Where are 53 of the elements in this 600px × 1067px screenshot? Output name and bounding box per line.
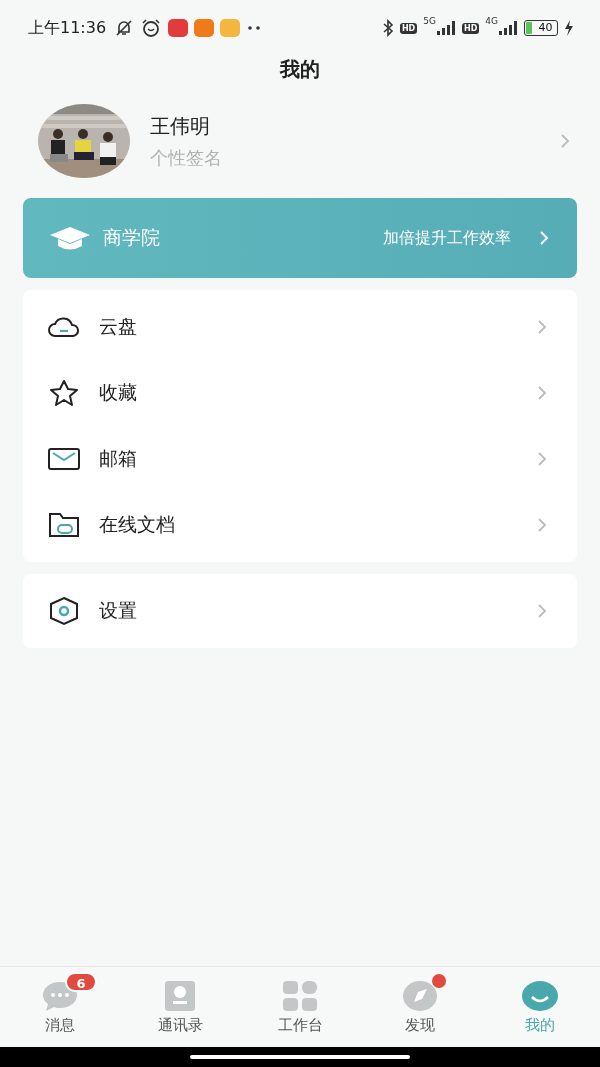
more-icon: [246, 25, 263, 31]
nav-tab[interactable]: 发现: [360, 967, 480, 1047]
battery-indicator: 40: [524, 20, 558, 36]
chevron-right-icon[interactable]: [560, 133, 570, 149]
signature-text: 个性签名: [150, 145, 223, 170]
star-icon: [47, 379, 81, 407]
menu-item[interactable]: 设置: [23, 578, 577, 644]
nav-tab[interactable]: 6 消息: [0, 967, 120, 1047]
nav-tab[interactable]: 通讯录: [120, 967, 240, 1047]
signal-icon: [435, 21, 456, 35]
menu-label: 收藏: [99, 380, 137, 405]
mail-icon: [47, 447, 81, 471]
menu-label: 邮箱: [99, 446, 137, 471]
page-title: 我的: [278, 56, 321, 83]
compass-icon: [402, 979, 438, 1012]
chevron-right-icon: [537, 451, 547, 467]
contact-book-icon: [163, 979, 197, 1012]
bluetooth-icon: [381, 19, 394, 37]
chevron-right-icon: [537, 319, 547, 335]
menu-item[interactable]: 邮箱: [23, 426, 577, 492]
menu-item[interactable]: 收藏: [23, 360, 577, 426]
chevron-right-icon: [537, 603, 547, 619]
cloud-icon: [47, 316, 81, 338]
banner-title: 商学院: [103, 225, 160, 250]
graduation-cap-icon: [49, 225, 91, 251]
menu-item[interactable]: 云盘: [23, 294, 577, 360]
app-notification-icon: [194, 19, 215, 37]
chevron-right-icon: [539, 230, 549, 246]
smile-icon: [521, 979, 559, 1012]
network-label: 4G: [485, 16, 498, 26]
chevron-right-icon: [537, 385, 547, 401]
nav-tab[interactable]: 工作台: [240, 967, 360, 1047]
app-notification-icon: [220, 19, 241, 37]
user-name: 王伟明: [150, 112, 211, 140]
apps-grid-icon: [282, 979, 318, 1012]
hd-badge: HD: [461, 22, 480, 34]
menu-label: 在线文档: [99, 512, 175, 537]
home-indicator[interactable]: [190, 1055, 410, 1059]
menu-label: 云盘: [99, 314, 137, 339]
menu-label: 设置: [99, 598, 137, 623]
hd-badge: HD: [399, 22, 418, 34]
menu-item[interactable]: 在线文档: [23, 492, 577, 558]
folder-icon: [47, 511, 81, 539]
status-time: 上午11:36: [28, 17, 107, 39]
network-label: 5G: [423, 16, 436, 26]
banner-subtitle: 加倍提升工作效率: [383, 227, 511, 249]
bell-off-icon: [114, 18, 135, 38]
unread-count-badge: 6: [65, 971, 97, 992]
signal-icon: [498, 21, 518, 35]
chevron-right-icon: [537, 517, 547, 533]
app-notification-icon: [168, 19, 189, 37]
settings-icon: [47, 596, 81, 626]
charging-icon: [564, 20, 574, 36]
